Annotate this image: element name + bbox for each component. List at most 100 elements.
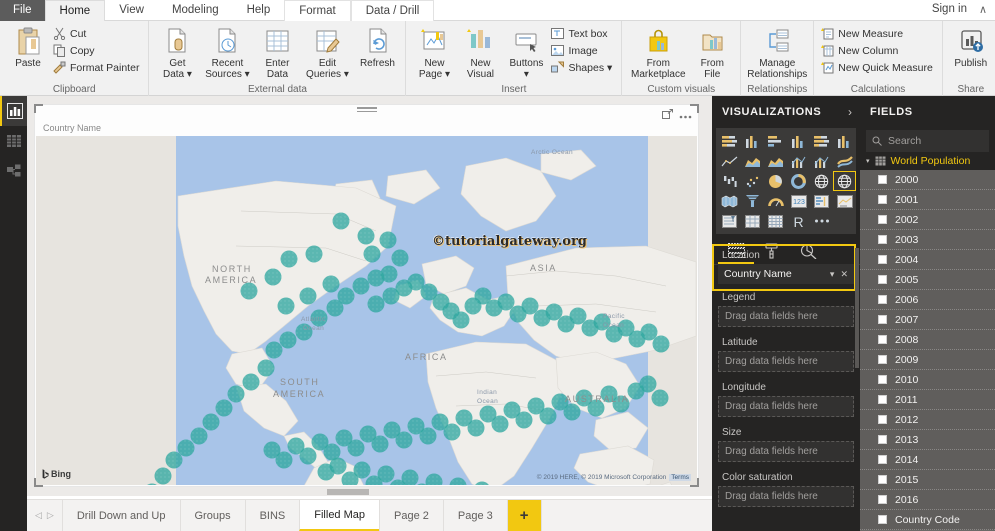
pie-chart-icon[interactable] [765,172,786,190]
prev-page-icon[interactable]: ◁ [35,510,42,521]
map-bubble[interactable] [353,278,370,295]
map-bubble[interactable] [155,468,172,485]
map-bubble[interactable] [528,398,545,415]
stacked-column-chart-icon[interactable] [742,132,763,150]
ribbon-button-shapes[interactable]: Shapes ▾ [549,59,616,76]
map-bubble[interactable] [281,251,298,268]
field-item-2016[interactable]: 2016 [860,490,995,510]
map-bubble[interactable] [381,266,398,283]
collapse-ribbon-icon[interactable]: ∧ [979,3,987,16]
field-checkbox[interactable] [878,475,887,484]
page-tab-filled-map[interactable]: Filled Map [299,500,380,531]
line-clustered-column-chart-icon[interactable] [811,152,832,170]
ribbon-button-paste[interactable]: Paste [5,24,51,69]
field-checkbox[interactable] [878,175,887,184]
line-chart-icon[interactable] [719,152,740,170]
map-bubble[interactable] [264,442,281,459]
ribbon-button-enter-data[interactable]: EnterData [254,24,300,80]
field-item-2001[interactable]: 2001 [860,190,995,210]
map-bubble[interactable] [640,376,657,393]
rail-data-view[interactable] [0,126,27,156]
field-well-dropzone[interactable]: Drag data fields here [718,306,854,327]
ribbon-button-cut[interactable]: Cut [51,25,143,42]
map-bubble[interactable] [333,213,350,230]
map-bubble[interactable] [653,336,670,353]
map-bubble[interactable] [498,294,515,311]
ribbon-button-new-page[interactable]: NewPage ▾ [411,24,457,80]
field-checkbox[interactable] [878,335,887,344]
field-item-2008[interactable]: 2008 [860,330,995,350]
funnel-chart-icon[interactable] [742,192,763,210]
ribbon-button-edit-queries[interactable]: EditQueries ▾ [300,24,354,80]
map-bubble[interactable] [178,440,195,457]
map-bubble[interactable] [641,324,658,341]
ribbon-button-text-box[interactable]: Text box [549,25,616,42]
area-chart-icon[interactable] [742,152,763,170]
field-well-dropzone[interactable]: Drag data fields here [718,351,854,372]
page-tab-bins[interactable]: BINS [245,500,301,531]
kpi-icon[interactable] [834,192,855,210]
map-bubble[interactable] [330,458,347,475]
map-bubble[interactable] [241,283,258,300]
page-tab-page-3[interactable]: Page 3 [443,500,508,531]
clustered-bar-chart-icon[interactable] [765,132,786,150]
field-checkbox[interactable] [878,255,887,264]
field-item-2011[interactable]: 2011 [860,390,995,410]
menu-tab-home[interactable]: Home [45,0,106,21]
field-well-dropzone[interactable]: Drag data fields here [718,441,854,462]
map-bubble[interactable] [265,269,282,286]
menu-tab-view[interactable]: View [105,0,158,21]
ribbon-button-new-column[interactable]: New Column [819,42,937,59]
stacked-bar-chart-icon[interactable] [719,132,740,150]
map-bubble[interactable] [546,304,563,321]
map-bubble[interactable] [432,414,449,431]
map-bubble[interactable] [364,246,381,263]
map-bubble[interactable] [191,428,208,445]
rail-model-view[interactable] [0,156,27,186]
field-checkbox[interactable] [878,215,887,224]
field-checkbox[interactable] [878,315,887,324]
field-checkbox[interactable] [878,455,887,464]
map-bubble[interactable] [258,360,275,377]
ribbon-button-publish[interactable]: Publish [948,24,994,69]
field-item-2000[interactable]: 2000 [860,170,995,190]
field-well-dropzone[interactable]: Drag data fields here [718,396,854,417]
100-stacked-column-chart-icon[interactable] [834,132,855,150]
field-item-2005[interactable]: 2005 [860,270,995,290]
map-bubble[interactable] [522,298,539,315]
menu-tab-help[interactable]: Help [233,0,285,21]
matrix-icon[interactable] [765,212,786,230]
map-bubble[interactable] [216,400,233,417]
field-item-country-code[interactable]: Country Code [860,510,995,530]
treemap-icon[interactable] [811,172,832,190]
field-checkbox[interactable] [878,275,887,284]
map-bubble[interactable] [354,462,371,479]
map-bubble[interactable] [368,296,385,313]
ribbon-button-image[interactable]: Image [549,42,616,59]
map-bubble[interactable] [652,390,669,407]
field-item-2014[interactable]: 2014 [860,450,995,470]
field-checkbox[interactable] [878,375,887,384]
chevron-right-icon[interactable]: › [848,105,852,119]
ribbon-button-refresh[interactable]: Refresh [354,24,400,69]
field-item-2003[interactable]: 2003 [860,230,995,250]
ribbon-button-buttons[interactable]: Buttons▾ [503,24,549,80]
map-bubble[interactable] [300,288,317,305]
map-bubble[interactable] [278,298,295,315]
field-checkbox[interactable] [878,515,887,524]
map-visual[interactable]: Country Name [34,104,699,487]
field-item-2015[interactable]: 2015 [860,470,995,490]
focus-mode-icon[interactable] [662,109,673,123]
map-bubble[interactable] [166,452,183,469]
map-bubble[interactable] [392,250,409,267]
map-bubble[interactable] [358,228,375,245]
ribbon-button-from-file[interactable]: FromFile [689,24,735,80]
field-checkbox[interactable] [878,495,887,504]
map-bubble[interactable] [504,402,521,419]
ribbon-button-get-data[interactable]: GetData ▾ [154,24,200,80]
map-terms-link[interactable]: Terms [669,474,691,481]
ribbon-button-new-quick-measure[interactable]: New Quick Measure [819,59,937,76]
sign-in-link[interactable]: Sign in [932,3,967,15]
map-bubble[interactable] [480,406,497,423]
map-bubble[interactable] [360,426,377,443]
